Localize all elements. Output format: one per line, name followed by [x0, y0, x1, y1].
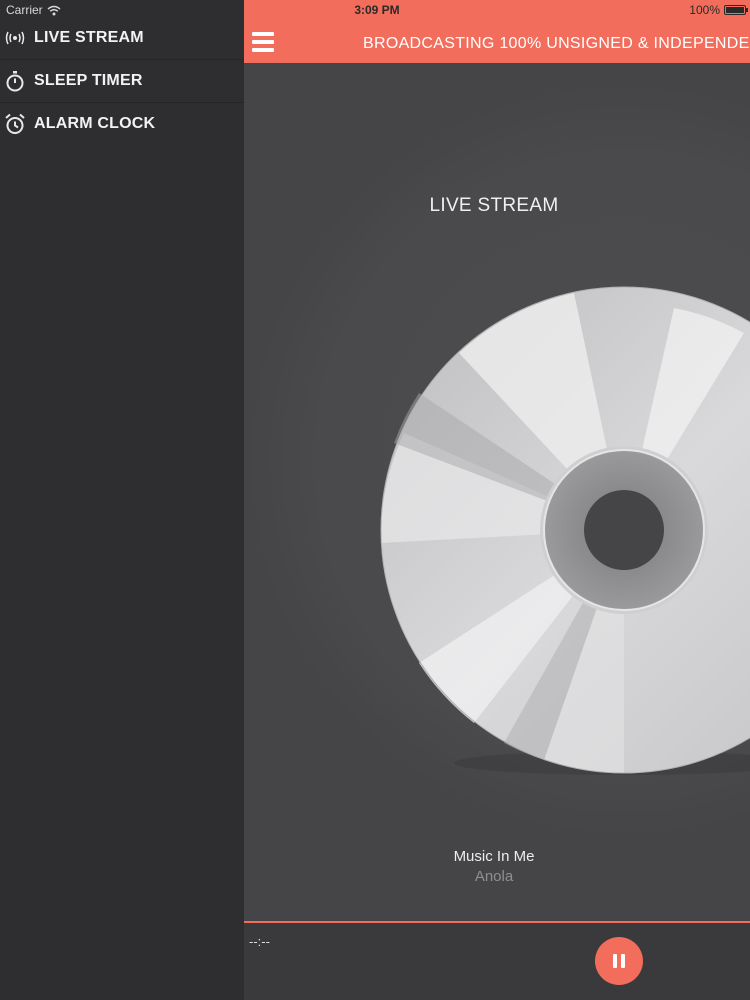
hamburger-icon [252, 32, 274, 36]
sidebar-item-label: LIVE STREAM [34, 29, 144, 46]
sidebar-item-sleep-timer[interactable]: SLEEP TIMER [0, 60, 244, 102]
main-panel: LIVE STREAM Music In Me Anola 3:09 PM 10… [244, 0, 750, 1000]
status-time: 3:09 PM [354, 3, 400, 17]
alarm-clock-icon [4, 113, 26, 135]
progress-line [244, 921, 750, 923]
disc-artwork [244, 63, 750, 923]
stage-title: LIVE STREAM [429, 195, 559, 216]
battery-icon [724, 5, 748, 15]
time-readout: --:-- [249, 934, 270, 949]
track-title: Music In Me [453, 848, 535, 865]
pause-icon [613, 954, 625, 968]
status-battery: 100% [689, 3, 748, 17]
wifi-icon [47, 5, 61, 15]
stopwatch-icon [4, 70, 26, 92]
status-bar-left: Carrier [6, 3, 61, 17]
sidebar-item-live-stream[interactable]: LIVE STREAM [0, 17, 244, 59]
battery-percent: 100% [689, 3, 720, 17]
ticker-text: BROADCASTING 100% UNSIGNED & INDEPENDENT [363, 35, 750, 52]
player-bar: --:-- [244, 921, 750, 1000]
track-artist: Anola [474, 868, 514, 885]
cd-disc-image [246, 82, 750, 838]
pause-button[interactable] [595, 937, 643, 985]
header-bar: 3:09 PM 100% BROADCASTING 100% UNSIGNED … [244, 0, 750, 63]
sidebar-item-label: ALARM CLOCK [34, 115, 156, 132]
sidebar: Carrier LIVE STREAM SLEEP TIMER ALARM CL… [0, 0, 244, 1000]
broadcast-icon [4, 27, 26, 49]
carrier-label: Carrier [6, 3, 43, 17]
sidebar-item-alarm-clock[interactable]: ALARM CLOCK [0, 103, 244, 145]
sidebar-item-label: SLEEP TIMER [34, 72, 143, 89]
app-root: Carrier LIVE STREAM SLEEP TIMER ALARM CL… [0, 0, 750, 1000]
menu-button[interactable] [252, 32, 274, 52]
